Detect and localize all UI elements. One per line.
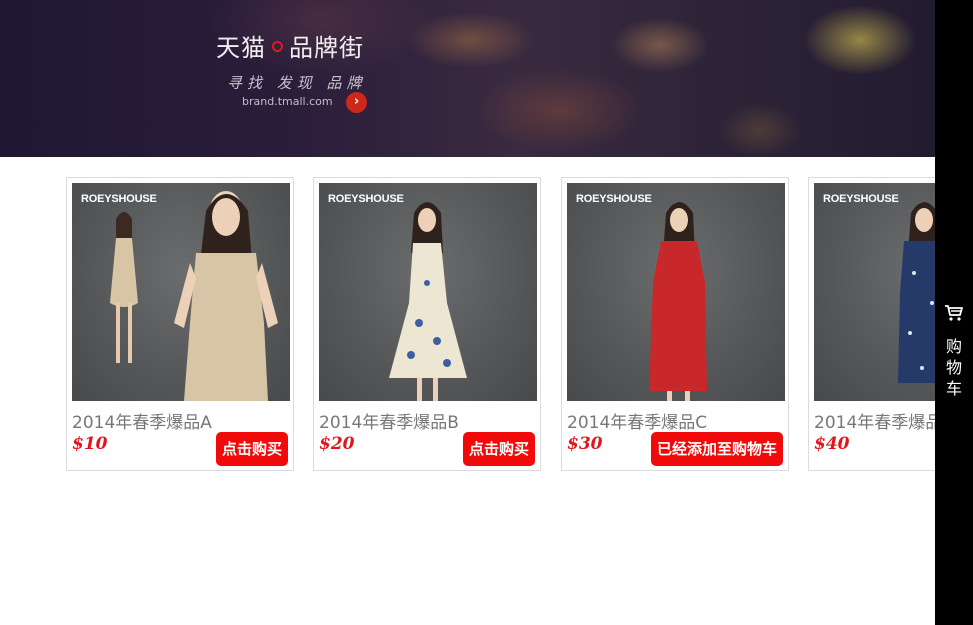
model-figure-a <box>110 191 278 401</box>
product-image-a[interactable]: ROEYSHOUSE <box>72 183 290 401</box>
cart-label-char: 购 <box>945 337 962 356</box>
banner-slogan: 寻找 发现 品牌 <box>227 74 367 92</box>
model-figure-c <box>649 202 707 401</box>
banner-title-tmall: 天猫 <box>216 34 266 62</box>
product-image-b[interactable]: ROEYSHOUSE <box>319 183 537 401</box>
product-name-a: 2014年春季爆品A <box>72 413 212 433</box>
banner-title-separator <box>272 41 283 52</box>
product-name-c: 2014年春季爆品C <box>567 413 708 433</box>
added-to-cart-button-c[interactable]: 已经添加至购物车 <box>650 432 783 466</box>
banner-title-brand-street: 品牌街 <box>289 34 364 62</box>
product-image-c[interactable]: ROEYSHOUSE <box>567 183 785 401</box>
cart-label-char: 物 <box>945 358 962 377</box>
product-card-c: ROEYSHOUSE 2014年春季爆品C $30 已经添加至购物车 <box>561 177 789 471</box>
product-price-d: $40 <box>814 434 850 454</box>
shopping-cart-icon[interactable] <box>944 304 964 322</box>
brand-logo-c: ROEYSHOUSE <box>576 193 652 205</box>
product-card-b: ROEYSHOUSE 2014年春季爆品B $20 点击购买 <box>313 177 541 471</box>
model-figure-b <box>389 202 467 401</box>
brand-logo-b: ROEYSHOUSE <box>328 193 404 205</box>
buy-button-a[interactable]: 点击购买 <box>215 432 288 466</box>
buy-button-b[interactable]: 点击购买 <box>462 432 535 466</box>
product-card-a: ROEYSHOUSE 2014年春季爆品A $10 点击购买 <box>66 177 294 471</box>
brand-banner[interactable]: 天猫 品牌街 寻找 发现 品牌 brand.tmall.com › <box>0 0 935 157</box>
cart-label[interactable]: 购 物 车 <box>935 336 973 399</box>
chevron-right-icon[interactable]: › <box>346 92 367 113</box>
product-price-b: $20 <box>319 434 355 454</box>
brand-logo-d: ROEYSHOUSE <box>823 193 899 205</box>
banner-url[interactable]: brand.tmall.com <box>242 95 333 108</box>
banner-title: 天猫 品牌街 <box>216 28 364 63</box>
product-name-b: 2014年春季爆品B <box>319 413 459 433</box>
brand-logo-a: ROEYSHOUSE <box>81 193 157 205</box>
cart-sidebar[interactable]: 购 物 车 <box>935 0 973 625</box>
cart-label-char: 车 <box>945 379 962 398</box>
product-price-c: $30 <box>567 434 603 454</box>
product-price-a: $10 <box>72 434 108 454</box>
page: 天猫 品牌街 寻找 发现 品牌 brand.tmall.com › ROEYSH… <box>0 0 973 625</box>
